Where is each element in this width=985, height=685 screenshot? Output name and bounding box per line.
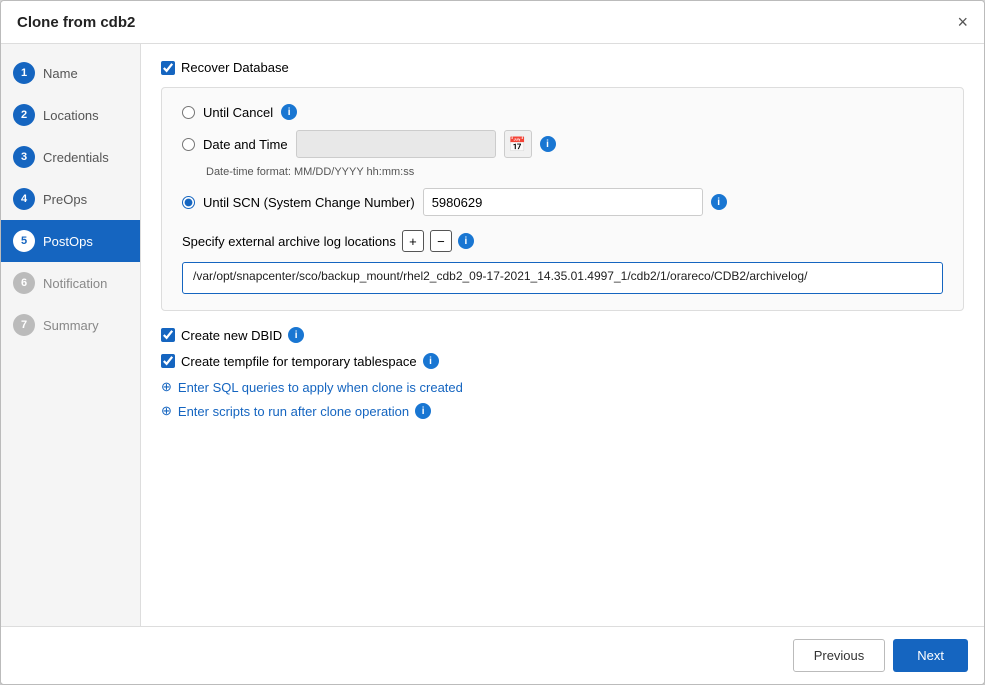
archive-path-value: /var/opt/snapcenter/sco/backup_mount/rhe… (193, 269, 807, 283)
scripts-info-icon[interactable]: i (415, 403, 431, 419)
until-cancel-radio[interactable] (182, 106, 195, 119)
until-cancel-row: Until Cancel i (182, 104, 943, 120)
archive-remove-button[interactable]: − (430, 230, 452, 252)
scripts-link-row: ⊕ Enter scripts to run after clone opera… (161, 403, 964, 419)
create-tempfile-row: Create tempfile for temporary tablespace… (161, 353, 964, 369)
sidebar-item-notification[interactable]: 6 Notification (1, 262, 140, 304)
until-cancel-info-icon[interactable]: i (281, 104, 297, 120)
datetime-format-hint: Date-time format: MM/DD/YYYY hh:mm:ss (182, 166, 943, 178)
clone-dialog: Clone from cdb2 × 1 Name 2 Locations 3 C… (0, 0, 985, 685)
sql-link[interactable]: Enter SQL queries to apply when clone is… (178, 380, 463, 395)
create-dbid-label: Create new DBID (181, 328, 282, 343)
sql-link-row: ⊕ Enter SQL queries to apply when clone … (161, 379, 964, 395)
create-dbid-info-icon[interactable]: i (288, 327, 304, 343)
date-time-info-icon[interactable]: i (540, 136, 556, 152)
dialog-footer: Previous Next (1, 626, 984, 684)
calendar-button[interactable]: 📅 (504, 130, 532, 158)
archive-add-button[interactable]: + (402, 230, 424, 252)
next-button[interactable]: Next (893, 639, 968, 672)
recover-db-checkbox[interactable] (161, 61, 175, 75)
sidebar-item-locations[interactable]: 2 Locations (1, 94, 140, 136)
archive-log-label: Specify external archive log locations (182, 234, 396, 249)
sidebar-label-credentials: Credentials (43, 150, 109, 165)
sidebar-item-postops[interactable]: 5 PostOps (1, 220, 140, 262)
recover-db-row: Recover Database (161, 60, 964, 75)
step-num-4: 4 (13, 188, 35, 210)
sidebar-label-locations: Locations (43, 108, 99, 123)
create-tempfile-info-icon[interactable]: i (423, 353, 439, 369)
sidebar-item-name[interactable]: 1 Name (1, 52, 140, 94)
sidebar-label-summary: Summary (43, 318, 99, 333)
scripts-expand-icon: ⊕ (161, 403, 172, 419)
sidebar: 1 Name 2 Locations 3 Credentials 4 PreOp… (1, 44, 141, 626)
step-num-3: 3 (13, 146, 35, 168)
scn-info-icon[interactable]: i (711, 194, 727, 210)
sidebar-label-name: Name (43, 66, 78, 81)
scripts-link[interactable]: Enter scripts to run after clone operati… (178, 404, 409, 419)
until-cancel-label: Until Cancel (203, 105, 273, 120)
date-time-row: Date and Time 📅 i (182, 130, 943, 158)
archive-log-info-icon[interactable]: i (458, 233, 474, 249)
step-num-1: 1 (13, 62, 35, 84)
dialog-title: Clone from cdb2 (17, 14, 135, 31)
step-num-2: 2 (13, 104, 35, 126)
recovery-panel: Until Cancel i Date and Time 📅 i Date-ti… (161, 87, 964, 311)
archive-path-field: /var/opt/snapcenter/sco/backup_mount/rhe… (182, 262, 943, 294)
bottom-options: Create new DBID i Create tempfile for te… (161, 327, 964, 419)
sql-expand-icon: ⊕ (161, 379, 172, 395)
step-num-5: 5 (13, 230, 35, 252)
recover-db-label: Recover Database (181, 60, 289, 75)
date-time-label: Date and Time (203, 137, 288, 152)
create-dbid-row: Create new DBID i (161, 327, 964, 343)
create-dbid-checkbox[interactable] (161, 328, 175, 342)
archive-log-row: Specify external archive log locations +… (182, 230, 943, 252)
sidebar-item-credentials[interactable]: 3 Credentials (1, 136, 140, 178)
until-scn-radio[interactable] (182, 196, 195, 209)
dialog-header: Clone from cdb2 × (1, 1, 984, 44)
main-content: Recover Database Until Cancel i Date and… (141, 44, 984, 626)
scn-input[interactable]: 5980629 (423, 188, 703, 216)
step-num-7: 7 (13, 314, 35, 336)
dialog-body: 1 Name 2 Locations 3 Credentials 4 PreOp… (1, 44, 984, 626)
sidebar-label-preops: PreOps (43, 192, 87, 207)
scn-row: Until SCN (System Change Number) 5980629… (182, 188, 943, 216)
sidebar-item-preops[interactable]: 4 PreOps (1, 178, 140, 220)
step-num-6: 6 (13, 272, 35, 294)
sidebar-label-notification: Notification (43, 276, 107, 291)
date-time-input[interactable] (296, 130, 496, 158)
create-tempfile-checkbox[interactable] (161, 354, 175, 368)
date-time-radio[interactable] (182, 138, 195, 151)
create-tempfile-label: Create tempfile for temporary tablespace (181, 354, 417, 369)
close-button[interactable]: × (957, 13, 968, 31)
until-scn-label: Until SCN (System Change Number) (203, 195, 415, 210)
previous-button[interactable]: Previous (793, 639, 886, 672)
sidebar-label-postops: PostOps (43, 234, 93, 249)
sidebar-item-summary[interactable]: 7 Summary (1, 304, 140, 346)
